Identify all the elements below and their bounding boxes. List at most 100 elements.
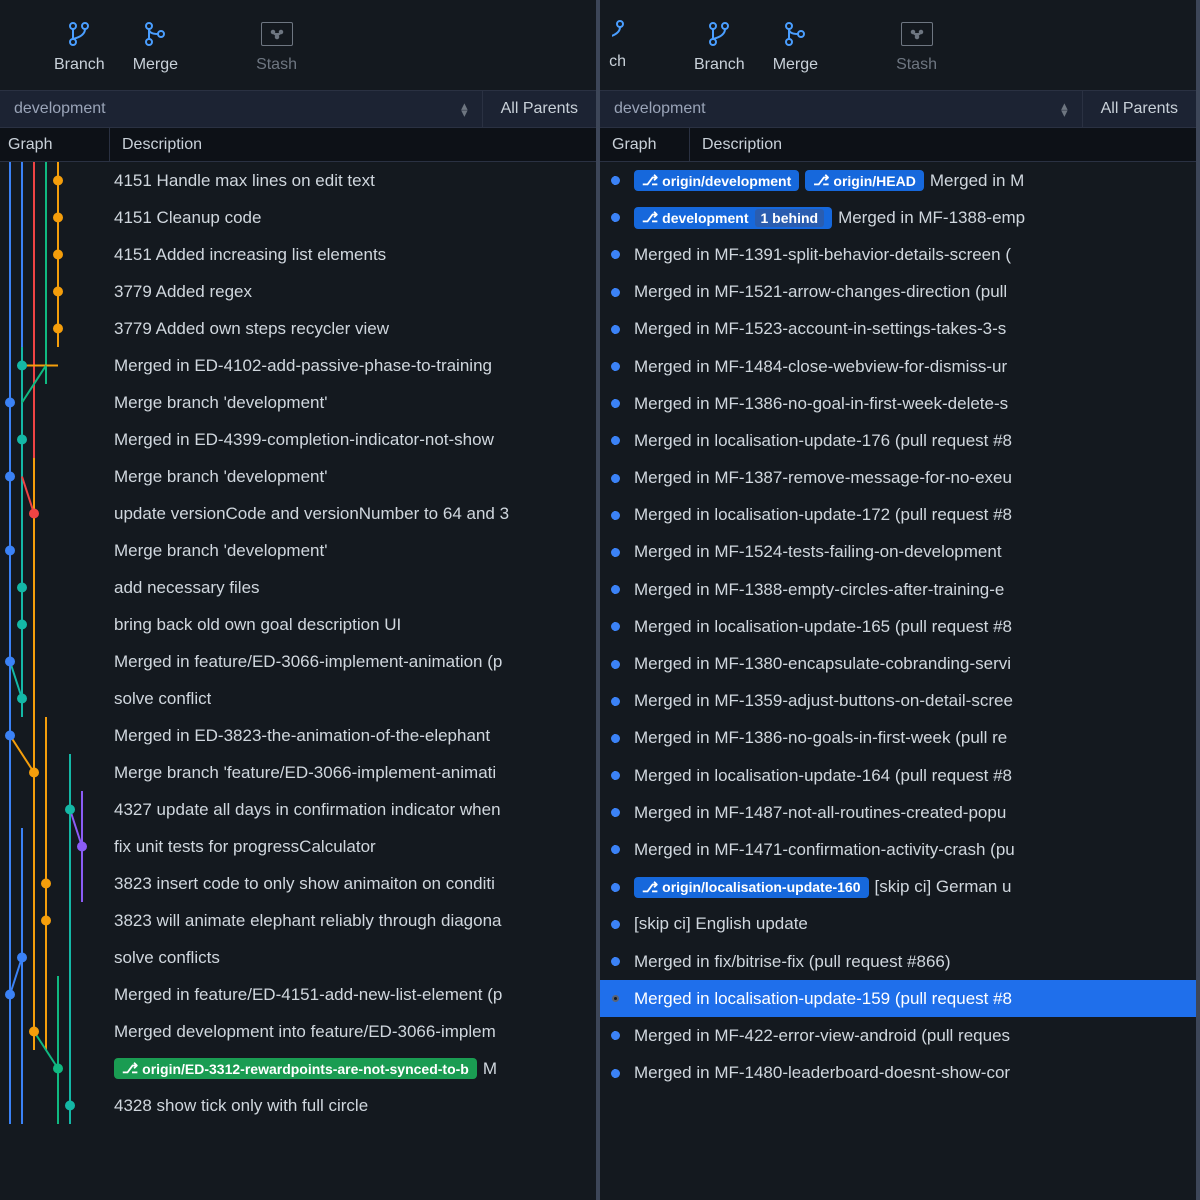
- commit-row[interactable]: Merged in MF-1391-split-behavior-details…: [600, 236, 1196, 273]
- stash-icon: [261, 20, 293, 48]
- commit-description: Merged in feature/ED-4151-add-new-list-e…: [114, 985, 502, 1005]
- graph-cell: [600, 660, 630, 669]
- commit-row[interactable]: Merged in ED-3823-the-animation-of-the-e…: [0, 717, 596, 754]
- commit-row[interactable]: Merged in MF-1484-close-webview-for-dism…: [600, 348, 1196, 385]
- commit-row[interactable]: Merged in MF-1523-account-in-settings-ta…: [600, 311, 1196, 348]
- parents-selector[interactable]: All Parents: [483, 91, 596, 127]
- commit-row[interactable]: Merged development into feature/ED-3066-…: [0, 1013, 596, 1050]
- commit-row[interactable]: ⎇ development 1 behindMerged in MF-1388-…: [600, 199, 1196, 236]
- commit-description: Merge branch 'development': [114, 393, 327, 413]
- graph-cell: [600, 771, 630, 780]
- commit-row[interactable]: Merged in MF-1387-remove-message-for-no-…: [600, 460, 1196, 497]
- commit-row[interactable]: 3823 insert code to only show animaiton …: [0, 865, 596, 902]
- commit-row[interactable]: Merged in localisation-update-165 (pull …: [600, 608, 1196, 645]
- commit-row[interactable]: Merged in localisation-update-176 (pull …: [600, 422, 1196, 459]
- commit-row[interactable]: Merged in feature/ED-4151-add-new-list-e…: [0, 976, 596, 1013]
- commit-row[interactable]: Merge branch 'development': [0, 458, 596, 495]
- commit-description: 3823 will animate elephant reliably thro…: [114, 911, 502, 931]
- merge-label: Merge: [133, 56, 178, 74]
- commit-row[interactable]: Merged in MF-1521-arrow-changes-directio…: [600, 274, 1196, 311]
- branch-badge[interactable]: ⎇ development 1 behind: [634, 207, 832, 229]
- commit-row[interactable]: Merged in ED-4102-add-passive-phase-to-t…: [0, 347, 596, 384]
- branch-button[interactable]: Branch: [40, 14, 119, 80]
- commit-list-right[interactable]: ⎇ origin/development ⎇ origin/HEAD Merged …: [600, 162, 1196, 1200]
- commit-row[interactable]: Merge branch 'development': [0, 532, 596, 569]
- commit-description: Merged in fix/bitrise-fix (pull request …: [634, 952, 951, 972]
- commit-row[interactable]: Merged in localisation-update-159 (pull …: [600, 980, 1196, 1017]
- commit-description: bring back old own goal description UI: [114, 615, 401, 635]
- commit-row[interactable]: solve conflicts: [0, 939, 596, 976]
- graph-cell: [600, 325, 630, 334]
- commit-row[interactable]: Merged in MF-1386-no-goal-in-first-week-…: [600, 385, 1196, 422]
- graph-column-header[interactable]: Graph: [600, 128, 690, 161]
- merge-icon: [783, 20, 807, 48]
- commit-row[interactable]: 3779 Added regex: [0, 273, 596, 310]
- commit-row[interactable]: Merge branch 'development': [0, 384, 596, 421]
- commit-row[interactable]: Merged in MF-1388-empty-circles-after-tr…: [600, 571, 1196, 608]
- left-pane: Branch Merge Stash development ▴▾ All Pa…: [0, 0, 600, 1200]
- commit-description: Merged in localisation-update-172 (pull …: [634, 505, 1012, 525]
- commit-row[interactable]: 4328 show tick only with full circle: [0, 1087, 596, 1124]
- commit-row[interactable]: [skip ci] English update: [600, 906, 1196, 943]
- graph-cell: [600, 995, 630, 1002]
- stash-button[interactable]: Stash: [882, 14, 951, 80]
- commit-row[interactable]: Merged in MF-1480-leaderboard-doesnt-sho…: [600, 1055, 1196, 1092]
- commit-description: 4328 show tick only with full circle: [114, 1096, 368, 1116]
- commit-row[interactable]: ⎇ origin/development⎇ origin/HEADMerged …: [600, 162, 1196, 199]
- commit-list-left[interactable]: 4151 Handle max lines on edit text4151 C…: [0, 162, 596, 1200]
- commit-row[interactable]: Merged in MF-1386-no-goals-in-first-week…: [600, 720, 1196, 757]
- commit-description: Merged in MF-1359-adjust-buttons-on-deta…: [634, 691, 1013, 711]
- commit-description: Merged in MF-422-error-view-android (pul…: [634, 1026, 1010, 1046]
- commit-description: Merged in ED-4102-add-passive-phase-to-t…: [114, 356, 492, 376]
- commit-row[interactable]: Merged in MF-1380-encapsulate-cobranding…: [600, 645, 1196, 682]
- commit-row[interactable]: Merged in localisation-update-164 (pull …: [600, 757, 1196, 794]
- commit-row[interactable]: update versionCode and versionNumber to …: [0, 495, 596, 532]
- branch-selector[interactable]: development ▴▾: [600, 91, 1083, 127]
- description-column-header[interactable]: Description: [690, 128, 1196, 161]
- description-column-header[interactable]: Description: [110, 128, 596, 161]
- commit-description: Merged in feature/ED-3066-implement-anim…: [114, 652, 502, 672]
- commit-row[interactable]: Merged in MF-1487-not-all-routines-creat…: [600, 794, 1196, 831]
- graph-cell: [600, 622, 630, 631]
- commit-row[interactable]: ⎇ origin/ED-3312-rewardpoints-are-not-sy…: [0, 1050, 596, 1087]
- graph-column-header[interactable]: Graph: [0, 128, 110, 161]
- branch-badge[interactable]: ⎇ origin/development: [634, 170, 799, 191]
- commit-row[interactable]: Merged in fix/bitrise-fix (pull request …: [600, 943, 1196, 980]
- branch-badge[interactable]: ⎇ origin/localisation-update-160: [634, 877, 869, 898]
- commit-row[interactable]: add necessary files: [0, 569, 596, 606]
- parents-selector[interactable]: All Parents: [1083, 91, 1196, 127]
- commit-row[interactable]: solve conflict: [0, 680, 596, 717]
- commit-row[interactable]: 4151 Handle max lines on edit text: [0, 162, 596, 199]
- commit-row[interactable]: 4151 Cleanup code: [0, 199, 596, 236]
- merge-button[interactable]: Merge: [119, 14, 192, 80]
- commit-row[interactable]: Merged in MF-422-error-view-android (pul…: [600, 1017, 1196, 1054]
- merge-button[interactable]: Merge: [759, 14, 832, 80]
- stash-button[interactable]: Stash: [242, 14, 311, 80]
- commit-row[interactable]: Merged in feature/ED-3066-implement-anim…: [0, 643, 596, 680]
- graph-cell: [600, 920, 630, 929]
- graph-cell: [600, 1031, 630, 1040]
- commit-row[interactable]: Merged in MF-1471-confirmation-activity-…: [600, 831, 1196, 868]
- commit-row[interactable]: Merged in MF-1524-tests-failing-on-devel…: [600, 534, 1196, 571]
- commit-row[interactable]: 4327 update all days in confirmation ind…: [0, 791, 596, 828]
- merge-icon: [143, 20, 167, 48]
- commit-row[interactable]: ⎇ origin/localisation-update-160[skip ci…: [600, 869, 1196, 906]
- branch-selector[interactable]: development ▴▾: [0, 91, 483, 127]
- commit-row[interactable]: 4151 Added increasing list elements: [0, 236, 596, 273]
- commit-row[interactable]: Merged in MF-1359-adjust-buttons-on-deta…: [600, 683, 1196, 720]
- commit-row[interactable]: 3779 Added own steps recycler view: [0, 310, 596, 347]
- commit-description: Merged in MF-1524-tests-failing-on-devel…: [634, 542, 1002, 562]
- branch-badge[interactable]: ⎇ origin/ED-3312-rewardpoints-are-not-sy…: [114, 1058, 477, 1079]
- graph-cell: [600, 548, 630, 557]
- commit-row[interactable]: bring back old own goal description UI: [0, 606, 596, 643]
- commit-row[interactable]: Merged in localisation-update-172 (pull …: [600, 497, 1196, 534]
- commit-row[interactable]: Merge branch 'feature/ED-3066-implement-…: [0, 754, 596, 791]
- graph-cell: [600, 808, 630, 817]
- commit-row[interactable]: 3823 will animate elephant reliably thro…: [0, 902, 596, 939]
- commit-description: solve conflicts: [114, 948, 220, 968]
- graph-cell: [600, 436, 630, 445]
- branch-button[interactable]: Branch: [680, 14, 759, 80]
- branch-badge[interactable]: ⎇ origin/HEAD: [805, 170, 924, 191]
- commit-row[interactable]: Merged in ED-4399-completion-indicator-n…: [0, 421, 596, 458]
- commit-row[interactable]: fix unit tests for progressCalculator: [0, 828, 596, 865]
